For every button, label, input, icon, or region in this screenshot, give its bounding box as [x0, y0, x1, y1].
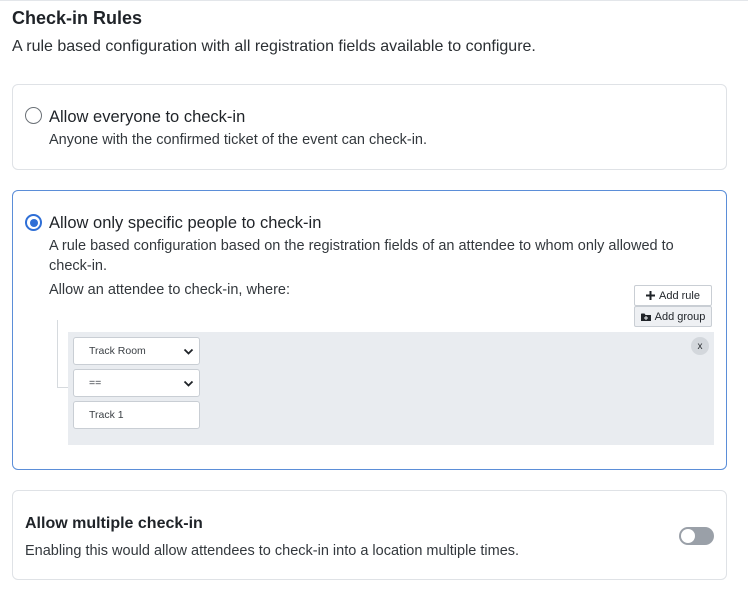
radio-specific[interactable] [25, 214, 42, 231]
add-group-button[interactable]: Add group [634, 306, 712, 327]
operator-select-value: == [89, 377, 102, 389]
folder-plus-icon [640, 313, 651, 321]
add-rule-button[interactable]: Add rule [634, 285, 712, 306]
close-icon: x [697, 340, 703, 352]
field-select-value: Track Room [89, 345, 146, 357]
option-description: Anyone with the confirmed ticket of the … [49, 132, 428, 148]
option-title: Allow everyone to check-in [49, 108, 246, 126]
remove-rule-button[interactable]: x [691, 337, 709, 355]
plus-icon [646, 291, 655, 300]
chevron-down-icon [183, 380, 194, 387]
multiple-checkin-title: Allow multiple check-in [25, 515, 203, 532]
option-title: Allow only specific people to check-in [49, 214, 322, 232]
multiple-checkin-description: Enabling this would allow attendees to c… [25, 543, 520, 559]
page-title: Check-in Rules [12, 8, 143, 28]
add-rule-label: Add rule [659, 289, 700, 302]
top-divider [0, 0, 748, 1]
field-select[interactable]: Track Room [73, 337, 200, 365]
operator-select[interactable]: == [73, 369, 200, 397]
option-card-everyone[interactable]: Allow everyone to check-in Anyone with t… [12, 84, 727, 170]
radio-everyone[interactable] [25, 107, 42, 124]
value-input-text: Track 1 [89, 409, 124, 421]
page-description: A rule based configuration with all regi… [12, 38, 536, 55]
chevron-down-icon [183, 348, 194, 355]
multiple-checkin-toggle[interactable] [679, 527, 714, 545]
multiple-checkin-card: Allow multiple check-in Enabling this wo… [12, 490, 727, 580]
add-group-label: Add group [654, 310, 706, 323]
toggle-knob [681, 529, 695, 543]
option-description: A rule based configuration based on the … [49, 238, 674, 274]
where-label: Allow an attendee to check-in, where: [49, 282, 290, 298]
value-input[interactable]: Track 1 [73, 401, 200, 429]
